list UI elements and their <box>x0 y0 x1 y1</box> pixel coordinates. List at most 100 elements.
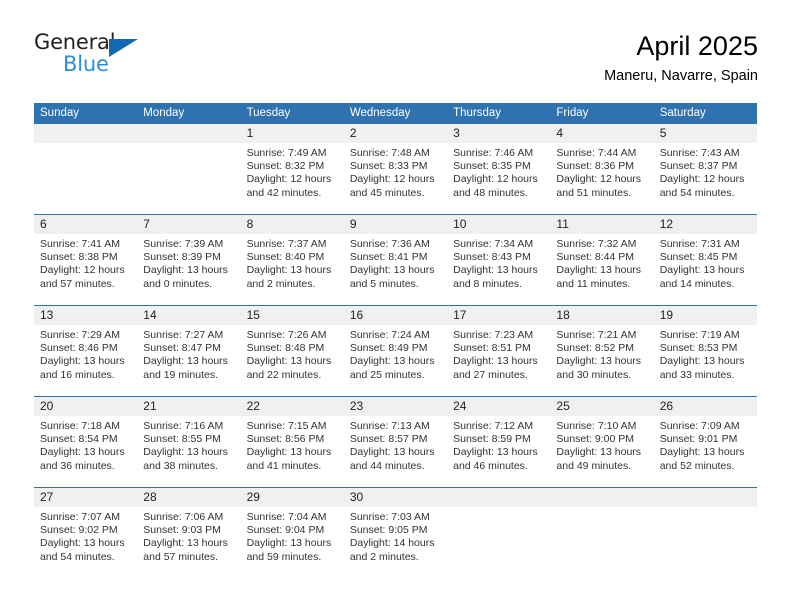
sunrise-text: Sunrise: 7:06 AM <box>143 511 224 523</box>
day-details: Sunrise: 7:41 AM Sunset: 8:38 PM Dayligh… <box>34 234 137 291</box>
day-number-band: 18 <box>550 306 654 325</box>
weekday-header-friday: Friday <box>556 107 589 119</box>
day-cell[interactable]: 5 Sunrise: 7:43 AM Sunset: 8:37 PM Dayli… <box>653 124 757 214</box>
sunrise-text: Sunrise: 7:07 AM <box>40 511 120 523</box>
day-cell[interactable]: 28 Sunrise: 7:06 AM Sunset: 9:03 PM Dayl… <box>137 488 241 578</box>
day-details: Sunrise: 7:21 AM Sunset: 8:52 PM Dayligh… <box>550 325 653 382</box>
day-details: Sunrise: 7:37 AM Sunset: 8:40 PM Dayligh… <box>241 234 344 291</box>
sunrise-text: Sunrise: 7:27 AM <box>143 329 224 341</box>
general-blue-logo[interactable]: General Blue <box>34 32 174 84</box>
day-cell[interactable] <box>137 124 241 214</box>
day-cell[interactable] <box>34 124 138 214</box>
weekday-header-saturday: Saturday <box>659 107 706 119</box>
day-number-band <box>653 488 757 507</box>
daylight-text-line2: and 8 minutes. <box>453 277 523 290</box>
day-cell[interactable]: 4 Sunrise: 7:44 AM Sunset: 8:36 PM Dayli… <box>550 124 654 214</box>
day-number-band: 28 <box>137 488 241 507</box>
day-cell[interactable]: 29 Sunrise: 7:04 AM Sunset: 9:04 PM Dayl… <box>240 488 344 578</box>
sunset-text: Sunset: 8:33 PM <box>349 160 428 173</box>
day-number-band: 22 <box>240 397 344 416</box>
day-cell[interactable]: 20 Sunrise: 7:18 AM Sunset: 8:54 PM Dayl… <box>34 397 138 487</box>
day-cell[interactable]: 17 Sunrise: 7:23 AM Sunset: 8:51 PM Dayl… <box>447 306 551 396</box>
day-cell[interactable]: 15 Sunrise: 7:26 AM Sunset: 8:48 PM Dayl… <box>240 306 344 396</box>
daylight-text-line2: and 25 minutes. <box>349 368 425 381</box>
day-number: 21 <box>143 399 157 413</box>
daylight-text-line2: and 44 minutes. <box>349 459 425 472</box>
day-number-band: 23 <box>343 397 448 416</box>
sunrise-text: Sunrise: 7:41 AM <box>40 238 120 250</box>
day-cell[interactable]: 30 Sunrise: 7:03 AM Sunset: 9:05 PM Dayl… <box>343 488 448 578</box>
day-cell[interactable]: 25 Sunrise: 7:10 AM Sunset: 9:00 PM Dayl… <box>550 397 654 487</box>
day-cell[interactable]: 24 Sunrise: 7:12 AM Sunset: 8:59 PM Dayl… <box>447 397 551 487</box>
day-number: 2 <box>349 126 357 140</box>
day-number: 19 <box>659 308 674 322</box>
daylight-text-line1: Daylight: 13 hours <box>246 355 332 368</box>
day-number-band: 7 <box>137 215 241 234</box>
day-cell[interactable]: 13 Sunrise: 7:29 AM Sunset: 8:46 PM Dayl… <box>34 306 138 396</box>
sunrise-text: Sunrise: 7:49 AM <box>246 147 327 159</box>
daylight-text-line2: and 0 minutes. <box>143 277 213 290</box>
day-cell[interactable]: 27 Sunrise: 7:07 AM Sunset: 9:02 PM Dayl… <box>34 488 138 578</box>
day-details <box>34 143 137 147</box>
daylight-text-line1: Daylight: 13 hours <box>246 264 332 277</box>
calendar-week-row: 13 Sunrise: 7:29 AM Sunset: 8:46 PM Dayl… <box>34 305 757 396</box>
sunset-text: Sunset: 8:45 PM <box>659 251 738 264</box>
day-number-band: 21 <box>137 397 241 416</box>
day-cell[interactable]: 2 Sunrise: 7:48 AM Sunset: 8:33 PM Dayli… <box>343 124 448 214</box>
day-number-band: 12 <box>653 215 757 234</box>
day-cell[interactable]: 16 Sunrise: 7:24 AM Sunset: 8:49 PM Dayl… <box>343 306 448 396</box>
day-cell[interactable]: 6 Sunrise: 7:41 AM Sunset: 8:38 PM Dayli… <box>34 215 138 305</box>
day-number-band: 8 <box>240 215 344 234</box>
sunset-text: Sunset: 8:37 PM <box>659 160 738 173</box>
day-cell[interactable]: 7 Sunrise: 7:39 AM Sunset: 8:39 PM Dayli… <box>137 215 241 305</box>
day-details: Sunrise: 7:36 AM Sunset: 8:41 PM Dayligh… <box>344 234 447 291</box>
sunset-text: Sunset: 8:39 PM <box>143 251 221 264</box>
daylight-text-line2: and 16 minutes. <box>40 368 115 381</box>
day-cell[interactable]: 3 Sunrise: 7:46 AM Sunset: 8:35 PM Dayli… <box>447 124 551 214</box>
day-number: 20 <box>40 399 54 413</box>
day-cell[interactable]: 23 Sunrise: 7:13 AM Sunset: 8:57 PM Dayl… <box>343 397 448 487</box>
sunset-text: Sunset: 8:49 PM <box>349 342 428 355</box>
day-cell[interactable]: 9 Sunrise: 7:36 AM Sunset: 8:41 PM Dayli… <box>343 215 448 305</box>
day-cell[interactable]: 18 Sunrise: 7:21 AM Sunset: 8:52 PM Dayl… <box>550 306 654 396</box>
calendar-week-row: 27 Sunrise: 7:07 AM Sunset: 9:02 PM Dayl… <box>34 487 757 578</box>
sunset-text: Sunset: 9:02 PM <box>40 524 118 537</box>
sunset-text: Sunset: 8:57 PM <box>349 433 428 446</box>
day-cell[interactable] <box>653 488 757 578</box>
day-number: 30 <box>349 490 364 504</box>
sunrise-text: Sunrise: 7:12 AM <box>453 420 534 432</box>
daylight-text-line2: and 42 minutes. <box>246 186 322 199</box>
brand-name-blue: Blue <box>63 52 109 76</box>
day-details: Sunrise: 7:12 AM Sunset: 8:59 PM Dayligh… <box>447 416 550 473</box>
calendar-week-row: 6 Sunrise: 7:41 AM Sunset: 8:38 PM Dayli… <box>34 214 757 305</box>
day-cell[interactable]: 8 Sunrise: 7:37 AM Sunset: 8:40 PM Dayli… <box>240 215 344 305</box>
day-number-band <box>34 124 138 143</box>
day-cell[interactable]: 19 Sunrise: 7:19 AM Sunset: 8:53 PM Dayl… <box>653 306 757 396</box>
sunset-text: Sunset: 8:32 PM <box>246 160 325 173</box>
day-cell[interactable]: 22 Sunrise: 7:15 AM Sunset: 8:56 PM Dayl… <box>240 397 344 487</box>
day-details: Sunrise: 7:18 AM Sunset: 8:54 PM Dayligh… <box>34 416 137 473</box>
day-details: Sunrise: 7:07 AM Sunset: 9:02 PM Dayligh… <box>34 507 137 564</box>
day-cell[interactable] <box>550 488 654 578</box>
day-number: 3 <box>453 126 460 140</box>
day-number-band: 20 <box>34 397 138 416</box>
weekday-header-row: Sunday Monday Tuesday Wednesday Thursday… <box>34 103 757 124</box>
day-details: Sunrise: 7:19 AM Sunset: 8:53 PM Dayligh… <box>654 325 757 382</box>
day-cell[interactable]: 12 Sunrise: 7:31 AM Sunset: 8:45 PM Dayl… <box>653 215 757 305</box>
day-cell[interactable]: 1 Sunrise: 7:49 AM Sunset: 8:32 PM Dayli… <box>240 124 344 214</box>
day-cell[interactable]: 14 Sunrise: 7:27 AM Sunset: 8:47 PM Dayl… <box>137 306 241 396</box>
calendar-week-row: 20 Sunrise: 7:18 AM Sunset: 8:54 PM Dayl… <box>34 396 757 487</box>
triangle-icon <box>109 39 138 57</box>
day-cell[interactable]: 26 Sunrise: 7:09 AM Sunset: 9:01 PM Dayl… <box>653 397 757 487</box>
day-details: Sunrise: 7:09 AM Sunset: 9:01 PM Dayligh… <box>654 416 757 473</box>
sunrise-text: Sunrise: 7:34 AM <box>453 238 534 250</box>
page-header: General Blue April 2025 Maneru, Navarre,… <box>34 31 758 96</box>
day-number: 11 <box>556 217 569 231</box>
day-cell[interactable] <box>447 488 551 578</box>
day-number-band: 17 <box>447 306 551 325</box>
day-cell[interactable]: 21 Sunrise: 7:16 AM Sunset: 8:55 PM Dayl… <box>137 397 241 487</box>
day-cell[interactable]: 10 Sunrise: 7:34 AM Sunset: 8:43 PM Dayl… <box>447 215 551 305</box>
sunrise-text: Sunrise: 7:24 AM <box>349 329 430 341</box>
daylight-text-line1: Daylight: 12 hours <box>40 264 125 277</box>
day-cell[interactable]: 11 Sunrise: 7:32 AM Sunset: 8:44 PM Dayl… <box>550 215 654 305</box>
